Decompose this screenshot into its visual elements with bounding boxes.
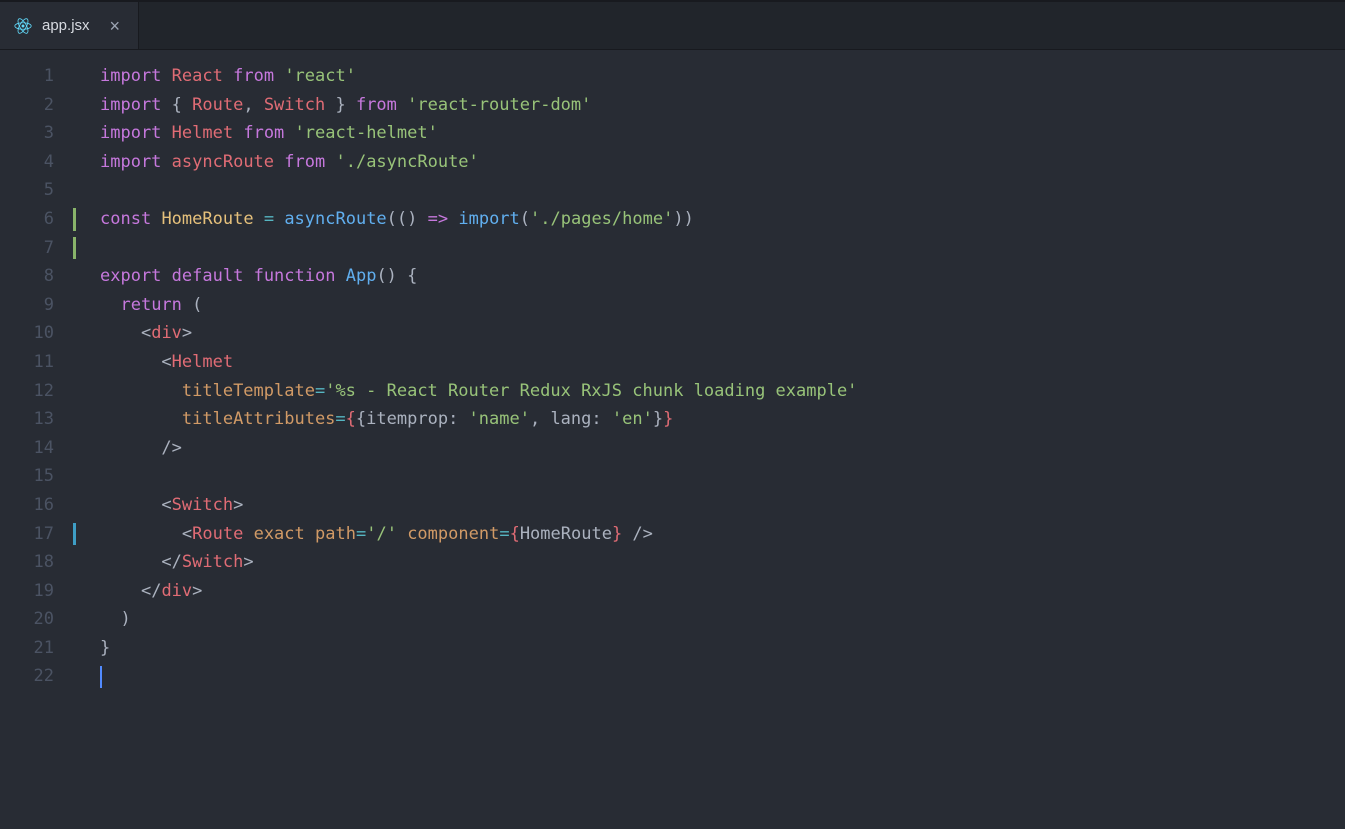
gutter-marker [73,208,76,231]
gutter-marker [73,523,76,546]
line-number: 18 [0,548,76,577]
line-number: 13 [0,405,76,434]
line-number: 1 [0,62,76,91]
code-line: titleTemplate='%s - React Router Redux R… [100,377,857,406]
line-number: 22 [0,662,76,691]
code-line [100,462,857,491]
react-icon [14,17,32,35]
line-number: 10 [0,319,76,348]
code-line [100,176,857,205]
line-number: 19 [0,577,76,606]
line-number-gutter: 12345678910111213141516171819202122 [0,50,76,829]
text-cursor [100,666,102,688]
code-editor[interactable]: 12345678910111213141516171819202122 impo… [0,50,1345,829]
line-number: 9 [0,291,76,320]
code-line: ) [100,605,857,634]
close-icon[interactable]: × [110,17,121,35]
code-line: <Helmet [100,348,857,377]
code-line: import asyncRoute from './asyncRoute' [100,148,857,177]
line-number: 8 [0,262,76,291]
line-number: 16 [0,491,76,520]
code-line: return ( [100,291,857,320]
tab-title: app.jsx [42,17,90,34]
tab-app-jsx[interactable]: app.jsx × [0,2,139,49]
code-line [100,662,857,691]
code-line: } [100,634,857,663]
line-number: 17 [0,520,76,549]
code-line: titleAttributes={{itemprop: 'name', lang… [100,405,857,434]
line-number: 11 [0,348,76,377]
code-line: <Switch> [100,491,857,520]
line-number: 15 [0,462,76,491]
line-number: 12 [0,377,76,406]
tab-bar: app.jsx × [0,2,1345,50]
line-number: 4 [0,148,76,177]
code-line: export default function App() { [100,262,857,291]
line-number: 7 [0,234,76,263]
line-number: 21 [0,634,76,663]
code-line [100,234,857,263]
line-number: 5 [0,176,76,205]
code-area[interactable]: import React from 'react'import { Route,… [76,50,857,829]
code-line: <div> [100,319,857,348]
line-number: 3 [0,119,76,148]
code-line: /> [100,434,857,463]
code-line: import { Route, Switch } from 'react-rou… [100,91,857,120]
code-line: </div> [100,577,857,606]
code-line: import React from 'react' [100,62,857,91]
line-number: 6 [0,205,76,234]
gutter-marker [73,237,76,260]
line-number: 20 [0,605,76,634]
code-line: <Route exact path='/' component={HomeRou… [100,520,857,549]
code-line: </Switch> [100,548,857,577]
code-line: const HomeRoute = asyncRoute(() => impor… [100,205,857,234]
line-number: 2 [0,91,76,120]
code-line: import Helmet from 'react-helmet' [100,119,857,148]
line-number: 14 [0,434,76,463]
